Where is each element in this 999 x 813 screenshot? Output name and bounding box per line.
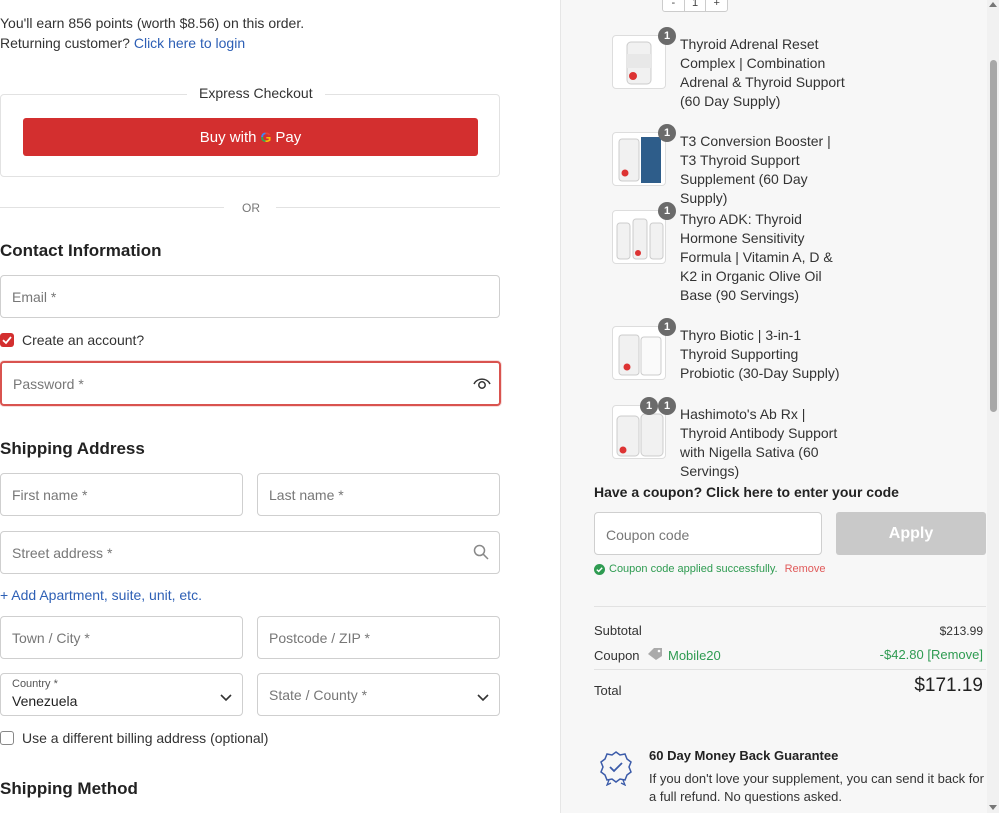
gpay-pay: Pay bbox=[275, 128, 302, 146]
item-qty-badge: 1 bbox=[658, 202, 676, 220]
state-placeholder: State / County * bbox=[269, 687, 368, 703]
success-text: Coupon code applied successfully. bbox=[609, 563, 778, 575]
coupon-success-message: Coupon code applied successfully. Remove bbox=[594, 563, 826, 575]
last-name-field[interactable]: Last name * bbox=[257, 473, 500, 516]
product-thumbnail bbox=[612, 132, 666, 186]
check-icon bbox=[2, 336, 12, 345]
contact-title: Contact Information bbox=[0, 241, 162, 260]
search-icon bbox=[473, 544, 489, 563]
badge-check-icon bbox=[599, 750, 633, 789]
returning-prefix: Returning customer? bbox=[0, 35, 130, 51]
scroll-down-icon[interactable] bbox=[989, 805, 997, 810]
points-notice: You'll earn 856 points (worth $8.56) on … bbox=[0, 15, 305, 31]
chevron-down-icon bbox=[477, 689, 489, 705]
guarantee-title: 60 Day Money Back Guarantee bbox=[649, 748, 839, 763]
city-field[interactable]: Town / City * bbox=[0, 616, 243, 659]
country-select[interactable]: Country * Venezuela bbox=[0, 673, 243, 716]
state-select[interactable]: State / County * bbox=[257, 673, 500, 716]
item-qty-badge: 1 bbox=[658, 27, 676, 45]
coupon-label: Coupon bbox=[594, 648, 640, 663]
coupon-code-value: Mobile20 bbox=[668, 648, 721, 663]
checkout-form: You'll earn 856 points (worth $8.56) on … bbox=[0, 0, 560, 813]
item-name: T3 Conversion Booster | T3 Thyroid Suppo… bbox=[680, 133, 831, 206]
product-thumbnail bbox=[612, 326, 666, 380]
qty-value[interactable]: 1 bbox=[683, 0, 707, 11]
item-name: Thyroid Adrenal Reset Complex | Combinat… bbox=[680, 36, 845, 109]
street-placeholder: Street address * bbox=[12, 545, 113, 561]
chevron-down-icon bbox=[220, 689, 232, 705]
password-field[interactable]: Password * bbox=[0, 361, 501, 406]
summary-divider bbox=[594, 669, 986, 670]
create-account-checkbox[interactable] bbox=[0, 333, 14, 347]
billing-address-checkbox[interactable] bbox=[0, 731, 14, 745]
google-g-icon: G bbox=[260, 129, 272, 145]
coupon-toggle[interactable]: Have a coupon? Click here to enter your … bbox=[594, 484, 899, 500]
order-summary: - 1 + 1 Thyroid Adrenal Reset Complex | … bbox=[560, 0, 999, 813]
express-checkout-title: Express Checkout bbox=[187, 85, 325, 101]
total-label: Total bbox=[594, 683, 622, 698]
coupon-code-input[interactable]: Coupon code bbox=[594, 512, 822, 555]
guarantee-text: If you don't love your supplement, you c… bbox=[649, 771, 984, 804]
tag-icon bbox=[647, 647, 663, 664]
google-pay-button[interactable]: Buy with G Pay bbox=[23, 118, 478, 156]
subtotal-value: $213.99 bbox=[939, 624, 983, 638]
scroll-up-icon[interactable] bbox=[989, 2, 997, 7]
qty-minus-button[interactable]: - bbox=[663, 0, 684, 11]
scrollbar[interactable] bbox=[987, 0, 999, 813]
last-name-placeholder: Last name * bbox=[269, 487, 344, 503]
add-apartment-link[interactable]: + Add Apartment, suite, unit, etc. bbox=[0, 587, 202, 603]
password-placeholder: Password * bbox=[13, 376, 84, 392]
coupon-placeholder: Coupon code bbox=[606, 527, 690, 543]
first-name-field[interactable]: First name * bbox=[0, 473, 243, 516]
item-name: Thyro ADK: Thyroid Hormone Sensitivity F… bbox=[680, 211, 833, 303]
country-value: Venezuela bbox=[12, 693, 78, 709]
product-thumbnail bbox=[612, 35, 666, 89]
city-placeholder: Town / City * bbox=[12, 630, 90, 646]
gpay-prefix: Buy with bbox=[199, 128, 257, 146]
scrollbar-thumb[interactable] bbox=[990, 60, 997, 412]
country-label: Country * bbox=[12, 678, 58, 690]
item-qty-badge: 1 bbox=[658, 124, 676, 142]
or-label: OR bbox=[242, 201, 260, 215]
coupon-discount-remove[interactable]: -$42.80 [Remove] bbox=[880, 647, 983, 662]
or-divider-left bbox=[0, 207, 224, 208]
product-thumbnail bbox=[612, 405, 666, 459]
email-placeholder: Email * bbox=[12, 289, 57, 305]
login-link[interactable]: Click here to login bbox=[134, 35, 245, 51]
check-circle-icon bbox=[594, 563, 605, 575]
shipping-title: Shipping Address bbox=[0, 439, 145, 458]
quantity-stepper[interactable]: - 1 + bbox=[662, 0, 728, 12]
item-qty-badge: 1 bbox=[658, 397, 676, 415]
qty-plus-button[interactable]: + bbox=[706, 0, 727, 11]
postcode-field[interactable]: Postcode / ZIP * bbox=[257, 616, 500, 659]
street-address-field[interactable]: Street address * bbox=[0, 531, 500, 574]
returning-customer-notice: Returning customer? Click here to login bbox=[0, 35, 245, 51]
eye-icon[interactable] bbox=[473, 376, 491, 393]
item-qty-badge: 1 bbox=[640, 397, 658, 415]
or-divider-right bbox=[276, 207, 500, 208]
apply-coupon-button[interactable]: Apply bbox=[836, 512, 986, 555]
billing-address-label: Use a different billing address (optiona… bbox=[22, 730, 269, 746]
email-field[interactable]: Email * bbox=[0, 275, 500, 318]
remove-coupon-link[interactable]: Remove bbox=[785, 563, 826, 575]
product-thumbnail bbox=[612, 210, 666, 264]
subtotal-label: Subtotal bbox=[594, 623, 642, 638]
item-qty-badge: 1 bbox=[658, 318, 676, 336]
item-name: Hashimoto's Ab Rx | Thyroid Antibody Sup… bbox=[680, 406, 838, 479]
shipping-method-title: Shipping Method bbox=[0, 779, 138, 798]
summary-divider bbox=[594, 606, 986, 607]
item-name: Thyro Biotic | 3-in-1 Thyroid Supporting… bbox=[680, 327, 840, 381]
total-value: $171.19 bbox=[914, 675, 983, 696]
create-account-label: Create an account? bbox=[22, 332, 145, 348]
first-name-placeholder: First name * bbox=[12, 487, 88, 503]
postcode-placeholder: Postcode / ZIP * bbox=[269, 630, 370, 646]
